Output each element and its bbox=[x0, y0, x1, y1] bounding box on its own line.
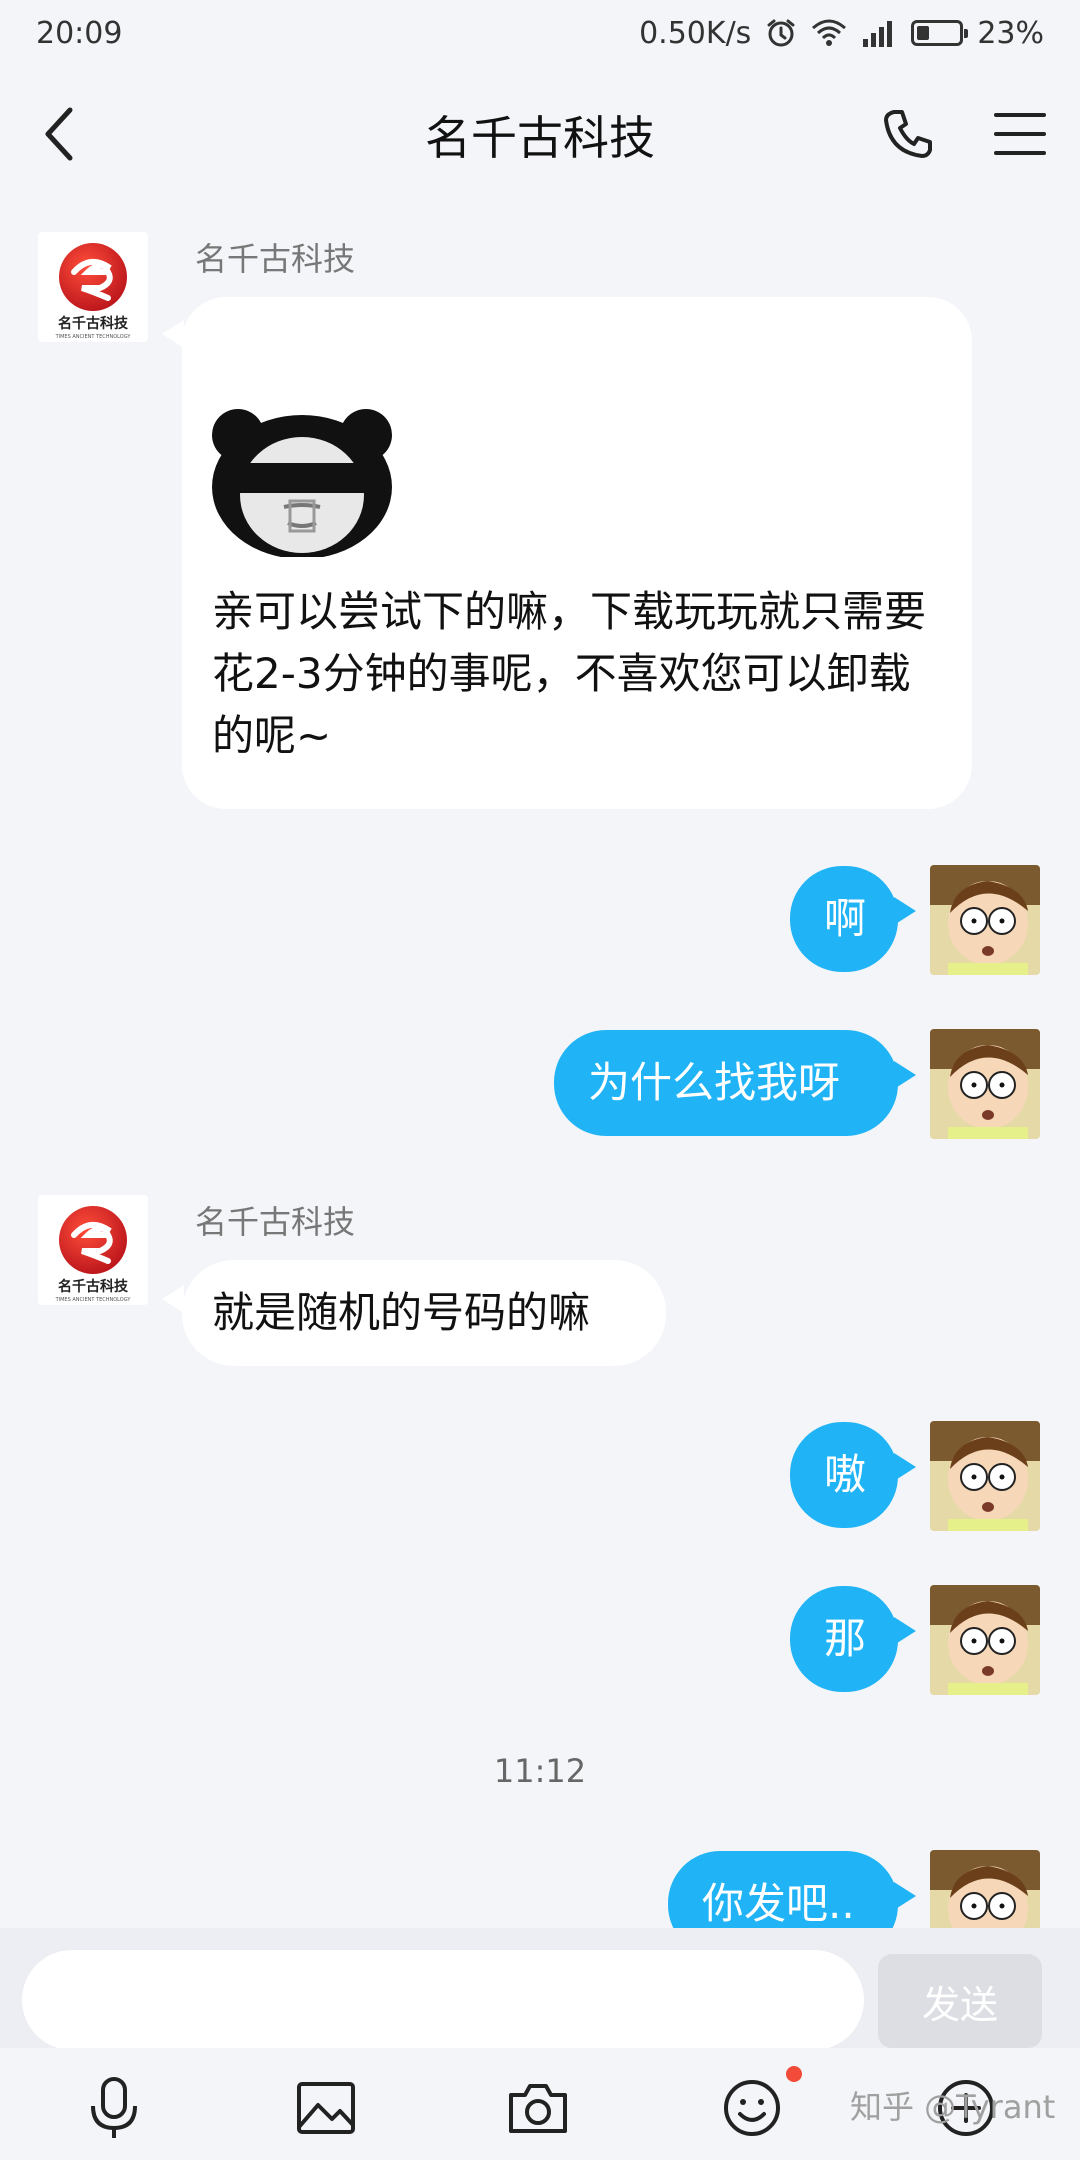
status-bar: 20:09 0.50K/s 23% bbox=[0, 0, 1080, 66]
image-button[interactable] bbox=[294, 2076, 358, 2140]
sender-name: 名千古科技 bbox=[195, 1203, 356, 1241]
brand-logo-icon: 名千古科技 TIMES ANCIENT TECHNOLOGY bbox=[55, 1206, 132, 1303]
message-text: 嗷 bbox=[824, 1450, 867, 1499]
back-icon bbox=[45, 107, 73, 161]
wifi-icon bbox=[812, 19, 847, 46]
sender-name: 名千古科技 bbox=[195, 240, 356, 278]
message-text: 那 bbox=[824, 1614, 867, 1663]
brand-logo-subtext: TIMES ANCIENT TECHNOLOGY bbox=[55, 1297, 132, 1303]
status-icons: 0.50K/s 23% bbox=[639, 16, 1044, 51]
chat-header: 名千古科技 bbox=[0, 70, 1080, 200]
my-avatar[interactable] bbox=[930, 1850, 1040, 1928]
user-avatar-icon bbox=[930, 1421, 1040, 1531]
image-icon bbox=[297, 2082, 355, 2134]
send-button[interactable]: 发送 bbox=[878, 1954, 1042, 2048]
contact-avatar[interactable]: 名千古科技 TIMES ANCIENT TECHNOLOGY bbox=[38, 1195, 148, 1305]
my-avatar[interactable] bbox=[930, 865, 1040, 975]
bubble-tail bbox=[162, 1285, 184, 1313]
menu-button[interactable] bbox=[990, 104, 1050, 164]
brand-logo-text: 名千古科技 bbox=[58, 1278, 129, 1295]
bubble-tail bbox=[894, 897, 916, 925]
message-bubble-outgoing[interactable]: 你发吧.. bbox=[668, 1851, 898, 1928]
chat-messages[interactable]: 名千古科技 TIMES ANCIENT TECHNOLOGY 名千古科技 亲可以… bbox=[0, 200, 1080, 1928]
microphone-icon bbox=[91, 2077, 137, 2138]
battery-icon bbox=[911, 20, 969, 46]
my-avatar[interactable] bbox=[930, 1421, 1040, 1531]
status-time: 20:09 bbox=[36, 15, 123, 51]
input-bar: 发送 bbox=[0, 1928, 1080, 2050]
phone-icon bbox=[884, 110, 932, 158]
emoji-badge bbox=[786, 2066, 802, 2082]
message-bubble-outgoing[interactable]: 那 bbox=[790, 1586, 898, 1692]
back-button[interactable] bbox=[30, 104, 90, 164]
emoji-button[interactable] bbox=[720, 2076, 784, 2140]
user-avatar-icon bbox=[930, 1029, 1040, 1139]
bubble-tail bbox=[894, 1453, 916, 1481]
voice-button[interactable] bbox=[82, 2076, 146, 2140]
sticker-image[interactable] bbox=[212, 407, 392, 557]
message-bubble-incoming[interactable]: 亲可以尝试下的嘛，下载玩玩就只需要花2-3分钟的事呢，不喜欢您可以卸载的呢~ bbox=[182, 297, 972, 809]
message-input[interactable] bbox=[22, 1950, 864, 2050]
brand-logo-subtext: TIMES ANCIENT TECHNOLOGY bbox=[55, 334, 132, 340]
user-avatar-icon bbox=[930, 1585, 1040, 1695]
my-avatar[interactable] bbox=[930, 1029, 1040, 1139]
alarm-icon bbox=[767, 19, 795, 47]
message-text: 为什么找我呀 bbox=[588, 1058, 841, 1107]
message-text: 就是随机的号码的嘛 bbox=[212, 1288, 591, 1337]
call-button[interactable] bbox=[878, 104, 938, 164]
user-avatar-icon bbox=[930, 1850, 1040, 1928]
brand-logo-text: 名千古科技 bbox=[58, 315, 129, 332]
message-timestamp: 11:12 bbox=[493, 1752, 587, 1790]
watermark: 知乎 @Tyrant bbox=[850, 2088, 1056, 2126]
user-avatar-icon bbox=[930, 865, 1040, 975]
camera-button[interactable] bbox=[506, 2076, 570, 2140]
camera-icon bbox=[509, 2084, 567, 2133]
message-bubble-incoming[interactable]: 就是随机的号码的嘛 bbox=[182, 1260, 666, 1366]
brand-logo-icon: 名千古科技 TIMES ANCIENT TECHNOLOGY bbox=[55, 243, 132, 340]
emoji-icon bbox=[724, 2080, 780, 2136]
battery-percent: 23% bbox=[977, 15, 1044, 51]
message-bubble-outgoing[interactable]: 啊 bbox=[790, 866, 898, 972]
my-avatar[interactable] bbox=[930, 1585, 1040, 1695]
message-bubble-outgoing[interactable]: 为什么找我呀 bbox=[554, 1030, 898, 1136]
message-text: 啊 bbox=[824, 894, 867, 943]
signal-icon bbox=[863, 21, 893, 47]
message-text: 亲可以尝试下的嘛，下载玩玩就只需要花2-3分钟的事呢，不喜欢您可以卸载的呢~ bbox=[212, 587, 927, 760]
net-speed: 0.50K/s bbox=[639, 15, 752, 51]
message-bubble-outgoing[interactable]: 嗷 bbox=[790, 1422, 898, 1528]
bubble-tail bbox=[894, 1882, 916, 1910]
panda-sticker-icon bbox=[212, 407, 392, 557]
contact-avatar[interactable]: 名千古科技 TIMES ANCIENT TECHNOLOGY bbox=[38, 232, 148, 342]
menu-icon bbox=[994, 113, 1046, 155]
bubble-tail bbox=[894, 1617, 916, 1645]
message-text: 你发吧.. bbox=[702, 1879, 855, 1928]
bubble-tail bbox=[162, 320, 184, 348]
bubble-tail bbox=[894, 1061, 916, 1089]
chat-title: 名千古科技 bbox=[425, 111, 655, 165]
